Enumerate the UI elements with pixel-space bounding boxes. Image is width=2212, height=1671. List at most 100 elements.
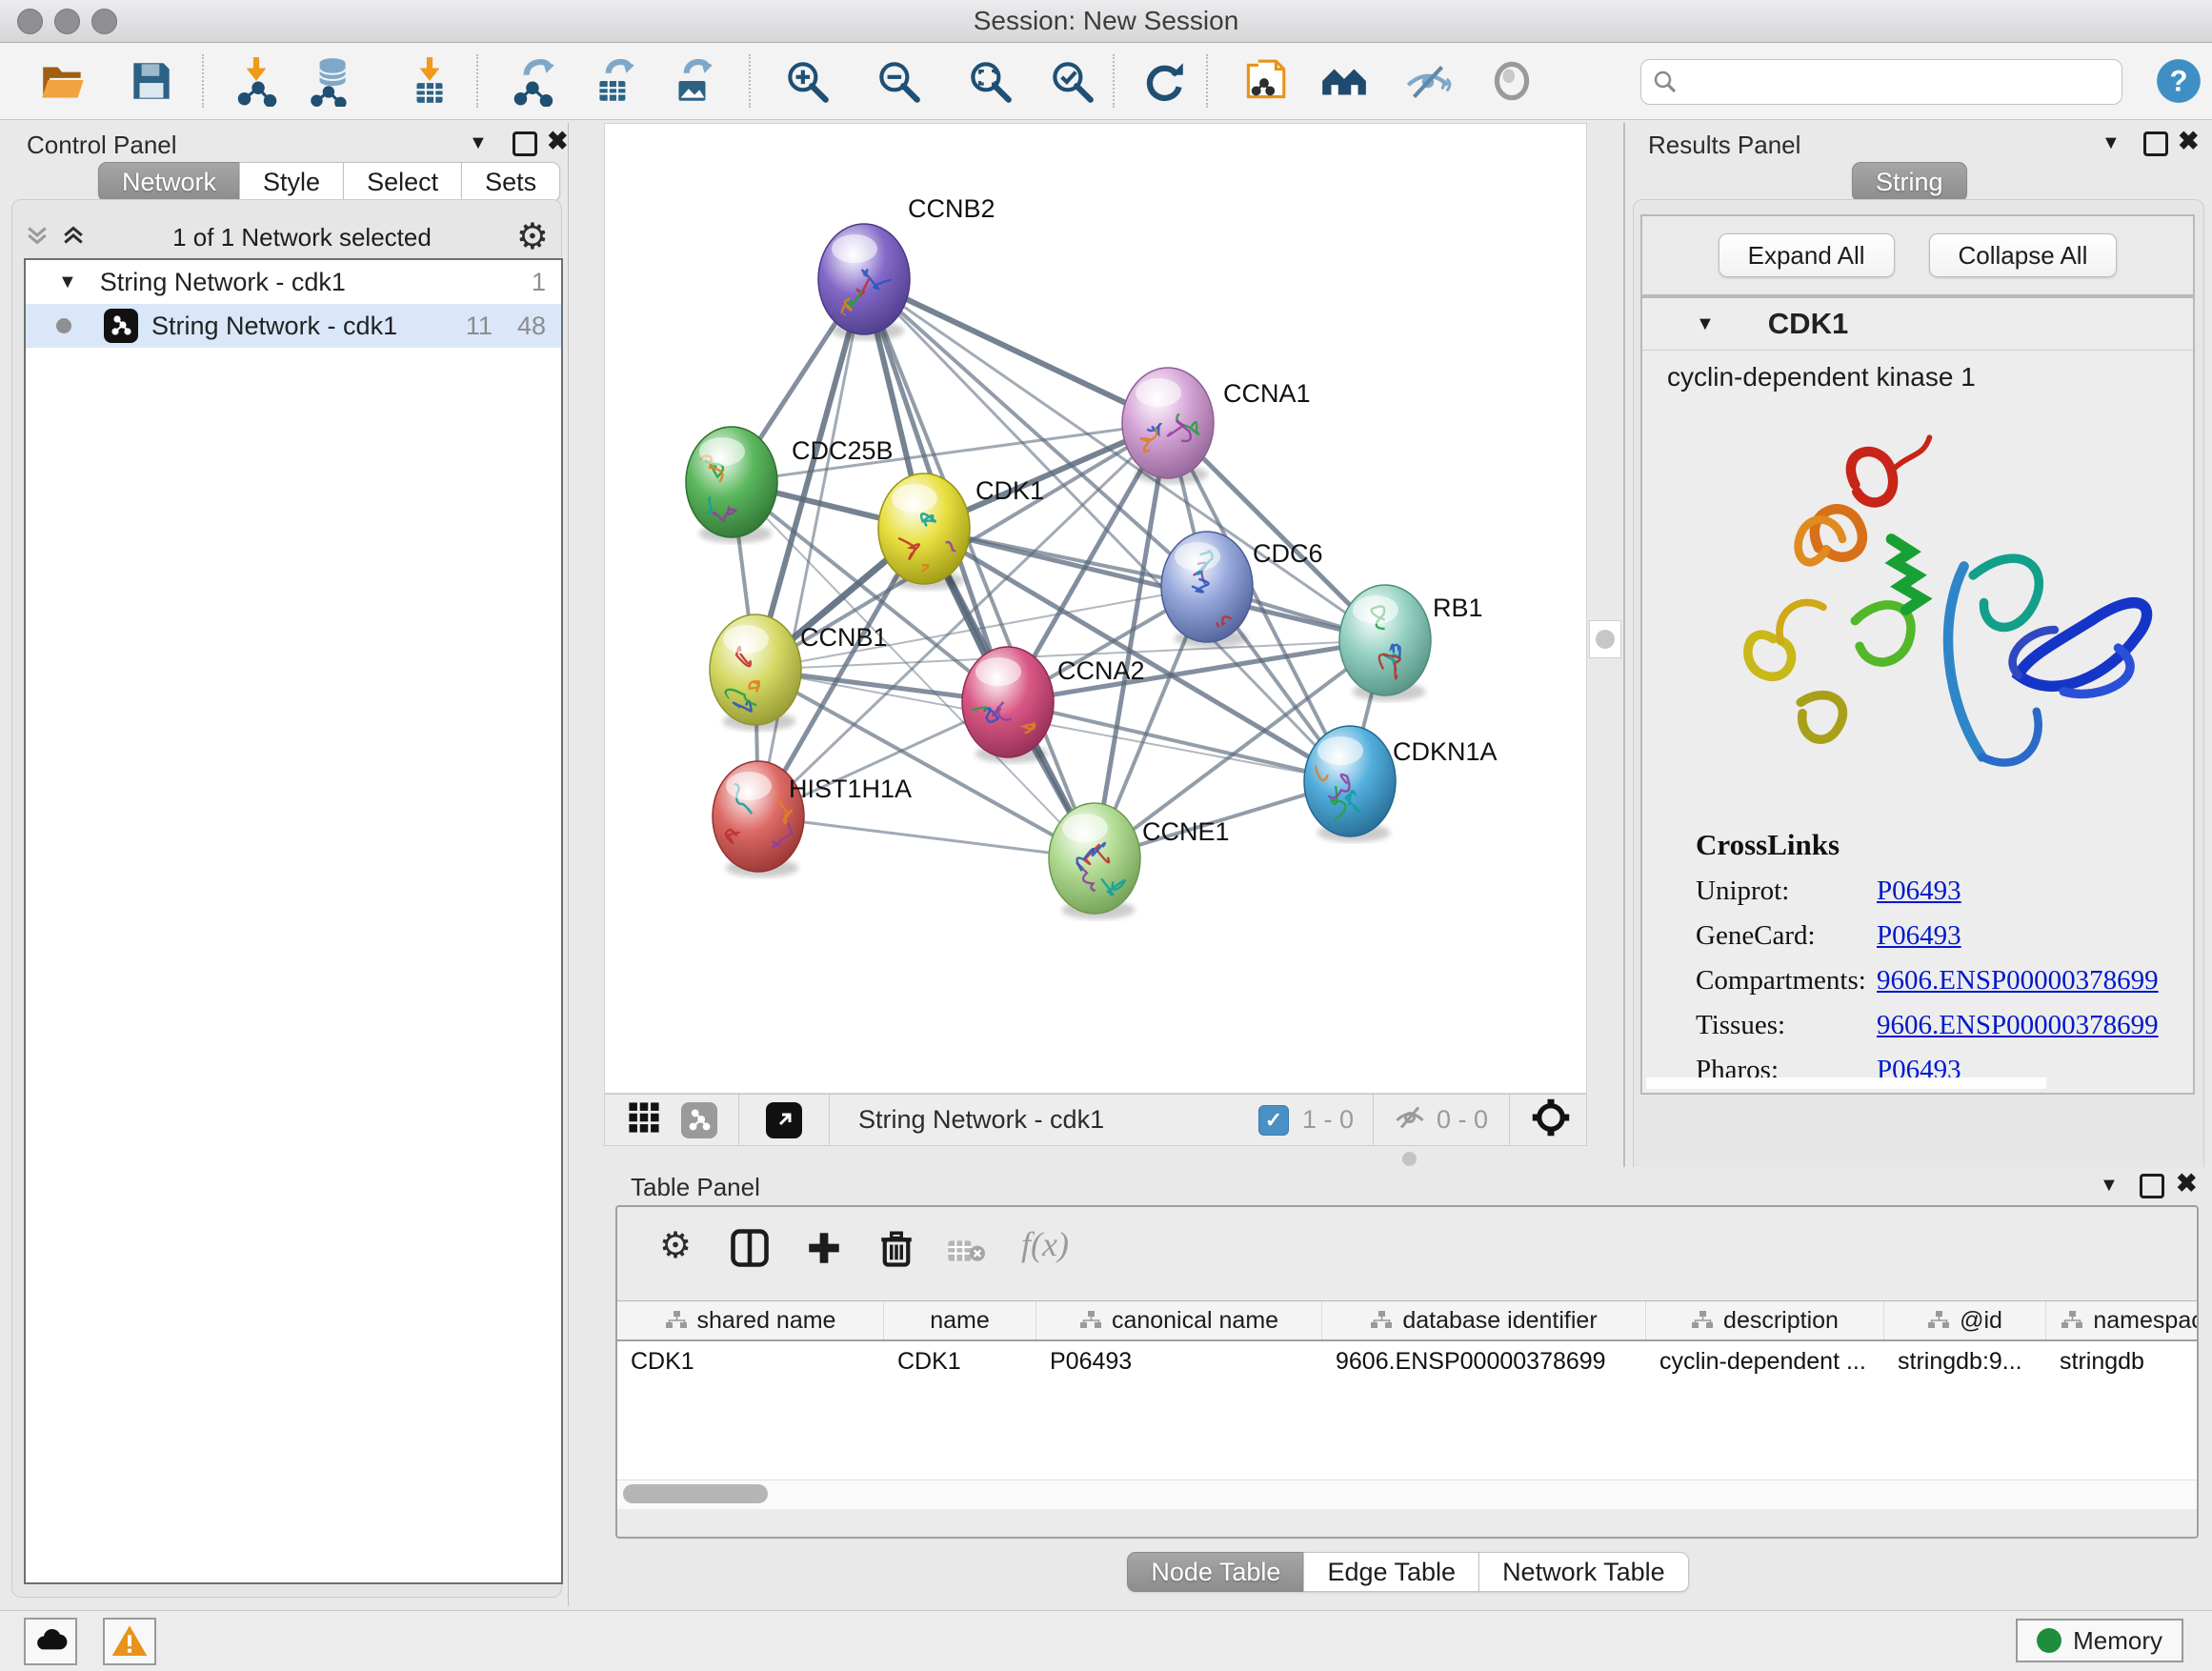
gear-icon[interactable]: ⚙ [659, 1228, 692, 1264]
close-panel-icon[interactable]: ✖ [2176, 1169, 2198, 1198]
collapse-card-icon[interactable]: ▼ [1696, 313, 1715, 335]
network-node-ccnb2[interactable] [818, 224, 910, 340]
table-cell[interactable]: stringdb:9... [1884, 1341, 2046, 1381]
crosslink-link[interactable]: 9606.ENSP00000378699 [1877, 1010, 2159, 1041]
tab-style[interactable]: Style [239, 162, 344, 202]
grid-icon[interactable] [628, 1101, 660, 1138]
expand-all-button[interactable]: Expand All [1719, 233, 1895, 277]
crosslink-link[interactable]: P06493 [1877, 876, 1961, 907]
column-header-database-identifier[interactable]: database identifier [1322, 1301, 1646, 1339]
close-window-button[interactable] [17, 9, 43, 34]
scrollbar-thumb[interactable] [623, 1484, 768, 1503]
import-table-icon[interactable] [404, 55, 455, 107]
string-results-buttons: Expand All Collapse All [1640, 214, 2195, 296]
share-document-icon[interactable] [1238, 55, 1290, 107]
table-panel: Table Panel ▼ ✖ ⚙ f(x) shared namenameca… [604, 1167, 2212, 1610]
inspect-eye-icon[interactable] [1486, 55, 1538, 107]
zoom-window-button[interactable] [91, 9, 117, 34]
float-panel-icon[interactable] [513, 131, 537, 156]
save-icon[interactable] [126, 55, 177, 107]
share-icon[interactable] [681, 1102, 717, 1138]
table-cell[interactable]: stringdb [2046, 1341, 2197, 1381]
tab-sets[interactable]: Sets [461, 162, 560, 202]
crosshair-icon[interactable] [1531, 1097, 1571, 1142]
table-cell[interactable]: CDK1 [884, 1341, 1036, 1381]
warning-button[interactable] [103, 1618, 156, 1665]
column-header--id[interactable]: @id [1884, 1301, 2046, 1339]
collapse-all-icon[interactable] [23, 221, 51, 254]
zoom-in-icon[interactable] [781, 55, 833, 107]
table-cell[interactable]: P06493 [1036, 1341, 1322, 1381]
panel-menu-icon[interactable]: ▼ [2100, 1175, 2119, 1197]
float-panel-icon[interactable] [2143, 131, 2168, 156]
minimize-window-button[interactable] [54, 9, 80, 34]
table-cell[interactable]: 9606.ENSP00000378699 [1322, 1341, 1646, 1381]
hidden-eye-icon[interactable] [1393, 1100, 1427, 1139]
network-node-ccnb1[interactable] [710, 614, 801, 731]
network-node-ccne1[interactable] [1049, 803, 1140, 919]
columns-icon[interactable] [730, 1228, 770, 1273]
float-panel-icon[interactable] [2140, 1174, 2164, 1198]
crosslink-link[interactable]: P06493 [1877, 920, 1961, 952]
table-cell[interactable]: cyclin-dependent ... [1646, 1341, 1884, 1381]
export-network-icon[interactable] [509, 55, 560, 107]
table-horizontal-scrollbar[interactable] [617, 1480, 2197, 1509]
crosslink-link[interactable]: 9606.ENSP00000378699 [1877, 965, 2159, 997]
search-input[interactable] [1679, 68, 2093, 97]
checkbox-icon[interactable]: ✓ [1258, 1105, 1289, 1136]
hide-eye-icon[interactable] [1402, 55, 1454, 107]
column-header-description[interactable]: description [1646, 1301, 1884, 1339]
results-scrollbar-stub[interactable] [1646, 1077, 2046, 1089]
column-header-shared-name[interactable]: shared name [617, 1301, 884, 1339]
network-collection-row[interactable]: ▼ String Network - cdk1 1 [26, 260, 561, 304]
network-node-cdk1[interactable] [878, 473, 970, 590]
panel-menu-icon[interactable]: ▼ [469, 132, 488, 154]
zoom-out-icon[interactable] [873, 55, 924, 107]
help-icon[interactable]: ? [2153, 55, 2204, 107]
refresh-icon[interactable] [1137, 55, 1189, 107]
trash-icon[interactable] [876, 1228, 916, 1273]
export-image-icon[interactable] [667, 55, 718, 107]
column-header-namespace[interactable]: namespace [2046, 1301, 2197, 1339]
gear-icon[interactable]: ⚙ [516, 219, 549, 255]
homes-icon[interactable] [1318, 55, 1370, 107]
tab-network-table[interactable]: Network Table [1478, 1552, 1689, 1592]
tab-network[interactable]: Network [98, 162, 240, 202]
panel-menu-icon[interactable]: ▼ [2101, 132, 2121, 154]
memory-button[interactable]: Memory [2016, 1619, 2183, 1662]
add-icon[interactable] [804, 1228, 844, 1273]
cloud-button[interactable] [24, 1618, 77, 1665]
zoom-selected-icon[interactable] [1046, 55, 1097, 107]
toolbar-separator [1206, 54, 1208, 108]
table-cell[interactable]: CDK1 [617, 1341, 884, 1381]
tab-edge-table[interactable]: Edge Table [1303, 1552, 1479, 1592]
expand-all-icon[interactable] [59, 221, 88, 254]
tab-node-table[interactable]: Node Table [1127, 1552, 1304, 1592]
open-folder-icon[interactable] [38, 55, 90, 107]
import-network-icon[interactable] [231, 55, 282, 107]
panel-splitter-vertical[interactable] [1587, 123, 1623, 1094]
import-database-icon[interactable] [305, 55, 356, 107]
tab-select[interactable]: Select [343, 162, 462, 202]
table-row[interactable]: CDK1CDK1P064939606.ENSP00000378699cyclin… [617, 1341, 2197, 1381]
network-node-cdc25b[interactable] [686, 427, 777, 543]
external-link-icon[interactable] [766, 1102, 802, 1138]
column-header-name[interactable]: name [884, 1301, 1036, 1339]
collection-label: String Network - cdk1 [100, 268, 346, 297]
column-header-canonical-name[interactable]: canonical name [1036, 1301, 1322, 1339]
network-edge [864, 279, 1168, 423]
protein-card-header[interactable]: ▼ CDK1 [1642, 298, 2193, 351]
export-table-icon[interactable] [589, 55, 640, 107]
splitter-handle[interactable] [1589, 620, 1621, 658]
close-panel-icon[interactable]: ✖ [547, 127, 569, 156]
collection-expander-icon[interactable]: ▼ [58, 272, 77, 293]
collapse-all-button[interactable]: Collapse All [1929, 233, 2118, 277]
close-panel-icon[interactable]: ✖ [2178, 127, 2200, 156]
tab-string[interactable]: String [1852, 162, 1967, 202]
network-row[interactable]: String Network - cdk1 11 48 [26, 304, 561, 348]
search-field[interactable] [1640, 59, 2122, 105]
network-node-cdkn1a[interactable] [1304, 726, 1396, 842]
network-canvas[interactable]: CCNB2CCNA1CDC25BCDK1CDC6RB1CCNB1CCNA2CDK… [604, 123, 1587, 1094]
network-node-rb1[interactable] [1339, 585, 1431, 701]
zoom-fit-icon[interactable] [964, 55, 1016, 107]
